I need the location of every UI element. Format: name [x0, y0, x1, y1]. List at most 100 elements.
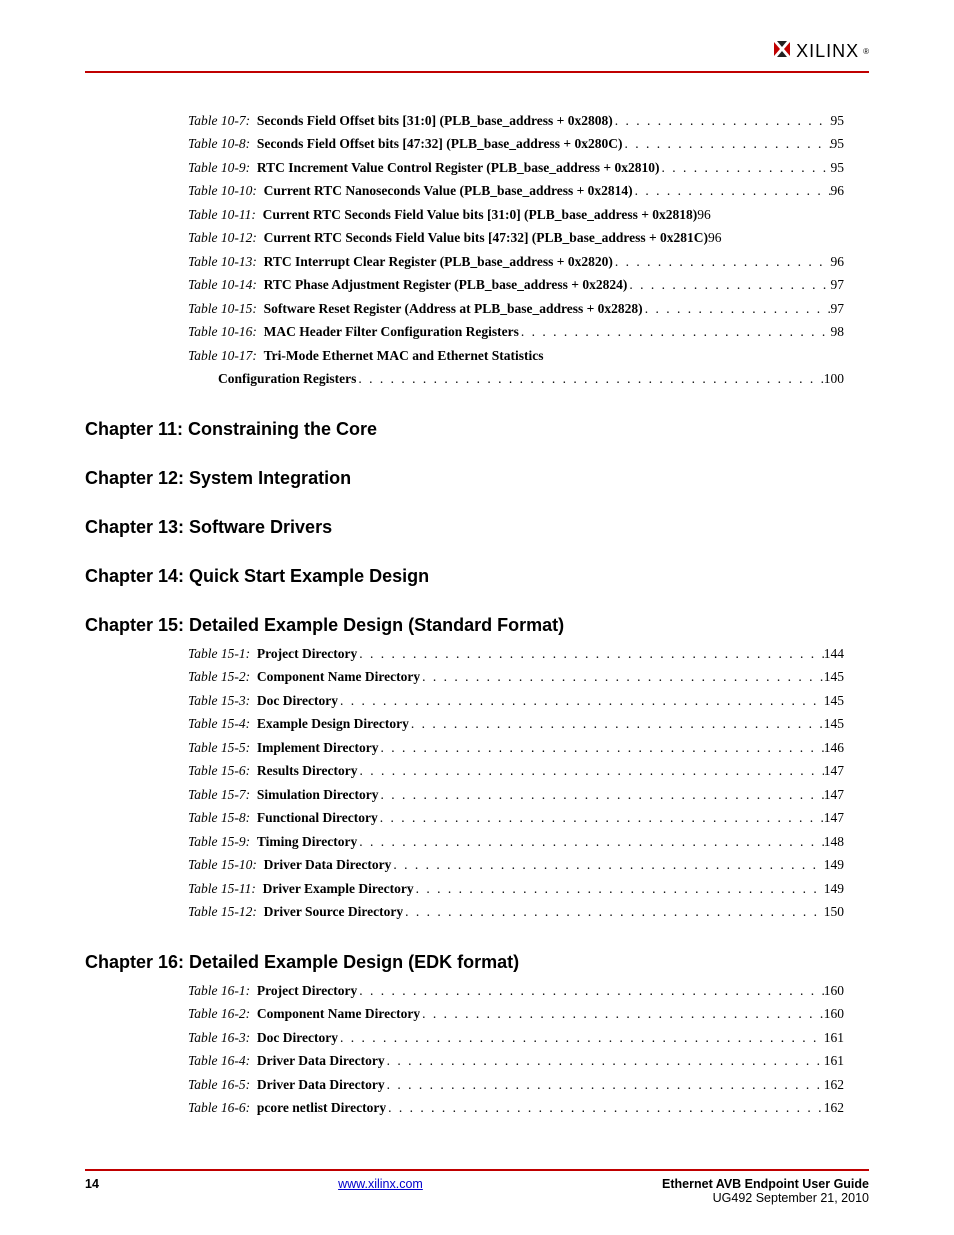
toc-page-number: 144: [824, 642, 844, 665]
toc-page-number: 147: [824, 783, 844, 806]
toc-page-number: 97: [831, 297, 845, 320]
logo-text: XILINX: [796, 41, 859, 62]
toc-entry[interactable]: Table 10-16: MAC Header Filter Configura…: [188, 320, 844, 343]
toc-dots: . . . . . . . . . . . . . . . . . . . . …: [613, 109, 831, 132]
toc-dots: . . . . . . . . . . . . . . . . . . . . …: [519, 320, 831, 343]
toc-title: Timing Directory: [257, 830, 357, 853]
toc-page-number: 150: [824, 900, 844, 923]
toc-label: Table 15-11:: [188, 877, 263, 900]
toc-entry[interactable]: Table 10-13: RTC Interrupt Clear Registe…: [188, 250, 844, 273]
toc-label: Table 10-7:: [188, 109, 257, 132]
chapter-heading[interactable]: Chapter 11: Constraining the Core: [85, 419, 844, 440]
toc-entry[interactable]: Table 10-12: Current RTC Seconds Field V…: [188, 226, 844, 249]
toc-label: Table 15-6:: [188, 759, 257, 782]
toc-label: Table 15-2:: [188, 665, 257, 688]
toc-dots: . . . . . . . . . . . . . . . . . . . . …: [378, 806, 824, 829]
toc-page-number: 161: [824, 1026, 844, 1049]
toc-label: Table 15-9:: [188, 830, 257, 853]
toc-title: Driver Data Directory: [257, 1049, 385, 1072]
toc-label: Table 16-5:: [188, 1073, 257, 1096]
toc-title: Driver Example Directory: [263, 877, 414, 900]
toc-title: Simulation Directory: [257, 783, 379, 806]
chapter-heading[interactable]: Chapter 14: Quick Start Example Design: [85, 566, 844, 587]
toc-entry[interactable]: Table 16-3: Doc Directory. . . . . . . .…: [188, 1026, 844, 1049]
toc-title: Example Design Directory: [257, 712, 409, 735]
toc-entry[interactable]: Table 15-2: Component Name Directory. . …: [188, 665, 844, 688]
toc-entry[interactable]: Table 15-7: Simulation Directory. . . . …: [188, 783, 844, 806]
toc-label: Table 10-15:: [188, 297, 264, 320]
toc-page-number: 95: [831, 156, 845, 179]
toc-label: Table 16-2:: [188, 1002, 257, 1025]
toc-label: Table 10-13:: [188, 250, 264, 273]
toc-entry-continuation[interactable]: Configuration Registers. . . . . . . . .…: [188, 367, 844, 390]
toc-label: Table 15-8:: [188, 806, 257, 829]
toc-entry[interactable]: Table 15-1: Project Directory. . . . . .…: [188, 642, 844, 665]
toc-title: Results Directory: [257, 759, 358, 782]
toc-entry[interactable]: Table 15-12: Driver Source Directory. . …: [188, 900, 844, 923]
toc-entry[interactable]: Table 15-3: Doc Directory. . . . . . . .…: [188, 689, 844, 712]
toc-title: RTC Interrupt Clear Register (PLB_base_a…: [264, 250, 613, 273]
toc-entry[interactable]: Table 10-10: Current RTC Nanoseconds Val…: [188, 179, 844, 202]
toc-dots: . . . . . . . . . . . . . . . . . . . . …: [378, 736, 823, 759]
toc-label: Table 10-8:: [188, 132, 257, 155]
chapter-heading[interactable]: Chapter 15: Detailed Example Design (Sta…: [85, 615, 844, 636]
toc-entry[interactable]: Table 16-4: Driver Data Directory. . . .…: [188, 1049, 844, 1072]
toc-title: Tri-Mode Ethernet MAC and Ethernet Stati…: [264, 344, 544, 367]
page-number: 14: [85, 1177, 99, 1191]
toc-title: MAC Header Filter Configuration Register…: [264, 320, 519, 343]
toc-entry[interactable]: Table 10-17: Tri-Mode Ethernet MAC and E…: [188, 344, 844, 367]
toc-dots: . . . . . . . . . . . . . . . . . . . . …: [660, 156, 831, 179]
toc-entry[interactable]: Table 10-14: RTC Phase Adjustment Regist…: [188, 273, 844, 296]
toc-entry[interactable]: Table 16-2: Component Name Directory. . …: [188, 1002, 844, 1025]
chapter-heading[interactable]: Chapter 16: Detailed Example Design (EDK…: [85, 952, 844, 973]
toc-page-number: 161: [824, 1049, 844, 1072]
toc-dots: . . . . . . . . . . . . . . . . . . . . …: [633, 179, 831, 202]
toc-label: Table 10-12:: [188, 226, 264, 249]
chapter-heading[interactable]: Chapter 12: System Integration: [85, 468, 844, 489]
chapter-heading[interactable]: Chapter 13: Software Drivers: [85, 517, 844, 538]
toc-entry[interactable]: Table 10-7: Seconds Field Offset bits [3…: [188, 109, 844, 132]
footer-url-link[interactable]: www.xilinx.com: [338, 1177, 423, 1191]
toc-dots: . . . . . . . . . . . . . . . . . . . . …: [357, 979, 824, 1002]
brand-logo: XILINX®: [772, 40, 869, 63]
toc-title: RTC Phase Adjustment Register (PLB_base_…: [264, 273, 628, 296]
toc-entry[interactable]: Table 15-10: Driver Data Directory. . . …: [188, 853, 844, 876]
toc-label: Table 15-3:: [188, 689, 257, 712]
toc-entry[interactable]: Table 16-1: Project Directory. . . . . .…: [188, 979, 844, 1002]
toc-entry[interactable]: Table 16-6: pcore netlist Directory. . .…: [188, 1096, 844, 1119]
toc-title: Doc Directory: [257, 689, 338, 712]
toc-page-number: 98: [831, 320, 845, 343]
toc-entry[interactable]: Table 15-11: Driver Example Directory. .…: [188, 877, 844, 900]
toc-entry[interactable]: Table 15-4: Example Design Directory. . …: [188, 712, 844, 735]
toc-title: Configuration Registers: [218, 367, 356, 390]
toc-entry[interactable]: Table 16-5: Driver Data Directory. . . .…: [188, 1073, 844, 1096]
toc-page-number: 96: [831, 250, 845, 273]
toc-title: pcore netlist Directory: [257, 1096, 386, 1119]
page-footer: 14 www.xilinx.com Ethernet AVB Endpoint …: [85, 1169, 869, 1205]
toc-title: Project Directory: [257, 642, 357, 665]
toc-label: Table 10-11:: [188, 203, 263, 226]
toc-dots: . . . . . . . . . . . . . . . . . . . . …: [356, 367, 823, 390]
toc-entry[interactable]: Table 10-9: RTC Increment Value Control …: [188, 156, 844, 179]
toc-page-number: 96: [708, 226, 722, 249]
toc-dots: . . . . . . . . . . . . . . . . . . . . …: [338, 689, 824, 712]
toc-dots: . . . . . . . . . . . . . . . . . . . . …: [420, 1002, 824, 1025]
toc-dots: . . . . . . . . . . . . . . . . . . . . …: [622, 132, 830, 155]
toc-dots: . . . . . . . . . . . . . . . . . . . . …: [385, 1049, 824, 1072]
toc-page-number: 146: [824, 736, 844, 759]
toc-entry[interactable]: Table 15-6: Results Directory. . . . . .…: [188, 759, 844, 782]
toc-entry[interactable]: Table 15-5: Implement Directory. . . . .…: [188, 736, 844, 759]
toc-title: Seconds Field Offset bits [31:0] (PLB_ba…: [257, 109, 613, 132]
toc-label: Table 15-5:: [188, 736, 257, 759]
toc-title: Doc Directory: [257, 1026, 338, 1049]
toc-entry[interactable]: Table 10-11: Current RTC Seconds Field V…: [188, 203, 844, 226]
toc-page-number: 145: [824, 689, 844, 712]
toc-entry[interactable]: Table 15-8: Functional Directory. . . . …: [188, 806, 844, 829]
toc-title: Project Directory: [257, 979, 357, 1002]
toc-label: Table 10-10:: [188, 179, 264, 202]
toc-label: Table 16-6:: [188, 1096, 257, 1119]
toc-entry[interactable]: Table 15-9: Timing Directory. . . . . . …: [188, 830, 844, 853]
toc-entry[interactable]: Table 10-8: Seconds Field Offset bits [4…: [188, 132, 844, 155]
toc-entry[interactable]: Table 10-15: Software Reset Register (Ad…: [188, 297, 844, 320]
toc-label: Table 16-4:: [188, 1049, 257, 1072]
